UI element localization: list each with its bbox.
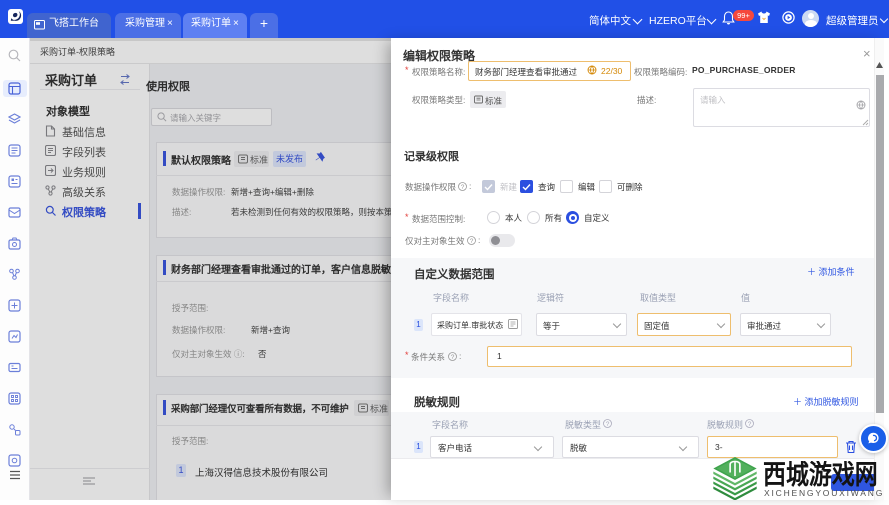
svg-text:?: ? bbox=[451, 354, 455, 361]
svg-text:?: ? bbox=[748, 421, 752, 428]
svg-text:?: ? bbox=[606, 421, 610, 428]
svg-text:?: ? bbox=[470, 238, 474, 245]
svg-text:?: ? bbox=[461, 184, 465, 191]
